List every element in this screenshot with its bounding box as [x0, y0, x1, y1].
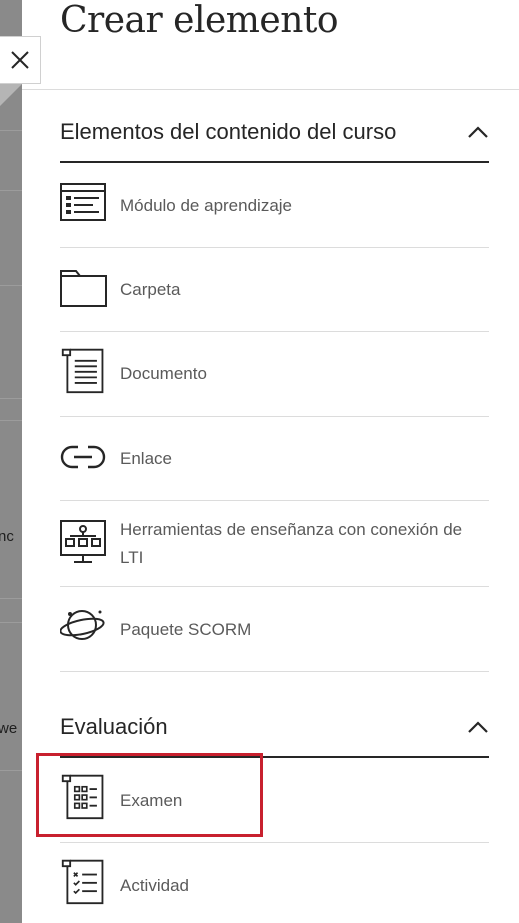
section-header-course-content[interactable]: Elementos del contenido del curso — [60, 103, 489, 163]
create-item-panel: Crear elemento Elementos del contenido d… — [22, 0, 519, 923]
learning-module-icon — [60, 183, 106, 221]
menu-item-label: Actividad — [120, 876, 189, 895]
section-title: Evaluación — [60, 714, 168, 739]
assignment-icon — [61, 859, 104, 905]
title-divider — [22, 89, 519, 90]
divider — [0, 420, 22, 421]
menu-item-label: Módulo de aprendizaje — [120, 196, 293, 215]
menu-item-folder[interactable]: Carpeta — [60, 248, 489, 332]
menu-item-document[interactable]: Documento — [60, 332, 489, 417]
link-icon — [60, 445, 106, 469]
background-text-fragment: nc — [0, 528, 14, 545]
menu-item-label: Carpeta — [120, 280, 181, 299]
menu-item-scorm[interactable]: Paquete SCORM — [60, 587, 489, 672]
menu-item-label: Enlace — [120, 449, 172, 468]
divider — [0, 598, 22, 599]
close-button[interactable] — [0, 36, 41, 106]
test-icon — [61, 774, 104, 820]
menu-item-label: Examen — [120, 791, 183, 810]
menu-item-label: Documento — [120, 364, 207, 383]
document-icon — [61, 348, 104, 394]
section-header-assessment[interactable]: Evaluación — [60, 698, 489, 758]
divider — [0, 398, 22, 399]
divider — [0, 130, 22, 131]
menu-item-lti-tools[interactable]: Herramientas de enseñanza con conexión d… — [60, 501, 489, 587]
menu-item-label: Herramientas de enseñanza con conexión d… — [120, 520, 463, 567]
close-icon — [11, 51, 29, 69]
divider — [0, 190, 22, 191]
background-page: nc we — [0, 0, 22, 923]
menu-item-label: Paquete SCORM — [120, 620, 252, 639]
menu-item-link[interactable]: Enlace — [60, 417, 489, 501]
lti-tool-icon — [60, 520, 106, 563]
section-title: Elementos del contenido del curso — [60, 119, 397, 144]
chevron-up-icon — [468, 126, 488, 138]
background-text-fragment: we — [0, 720, 18, 737]
menu-item-test[interactable]: Examen — [60, 758, 489, 843]
chevron-up-icon — [468, 721, 488, 733]
divider — [0, 770, 22, 771]
panel-title: Crear elemento — [60, 0, 339, 41]
menu-item-learning-module[interactable]: Módulo de aprendizaje — [60, 163, 489, 248]
divider — [0, 622, 22, 623]
folder-icon — [60, 270, 107, 307]
scorm-package-icon — [60, 610, 105, 640]
menu-item-assignment[interactable]: Actividad — [60, 843, 489, 923]
divider — [0, 285, 22, 286]
